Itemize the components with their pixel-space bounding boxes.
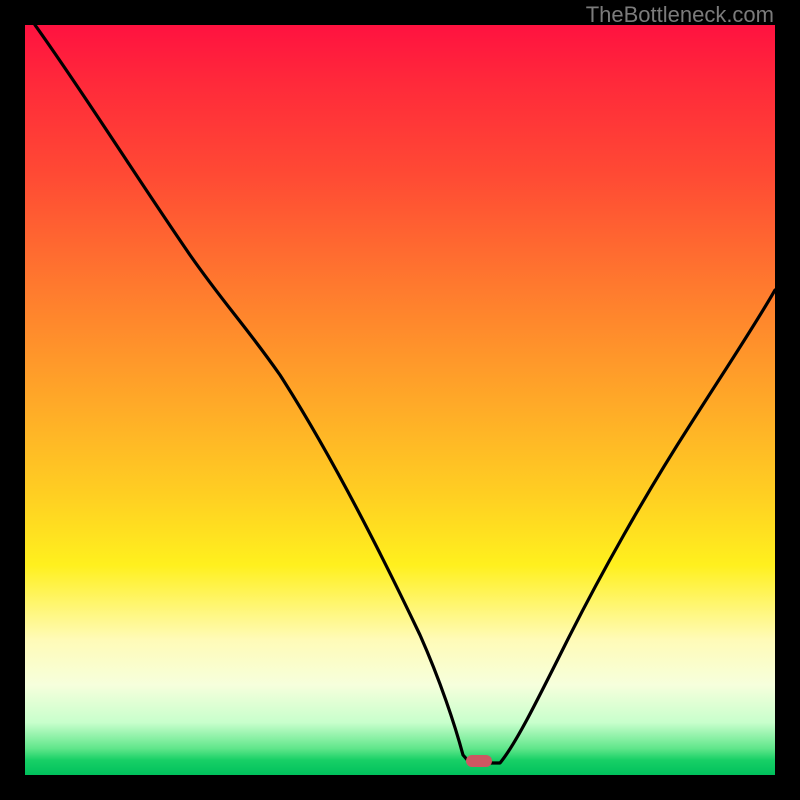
optimum-marker bbox=[466, 755, 492, 767]
plot-area bbox=[25, 25, 775, 775]
bottleneck-curve bbox=[25, 25, 775, 775]
chart-frame: TheBottleneck.com bbox=[0, 0, 800, 800]
watermark-text: TheBottleneck.com bbox=[586, 2, 774, 28]
